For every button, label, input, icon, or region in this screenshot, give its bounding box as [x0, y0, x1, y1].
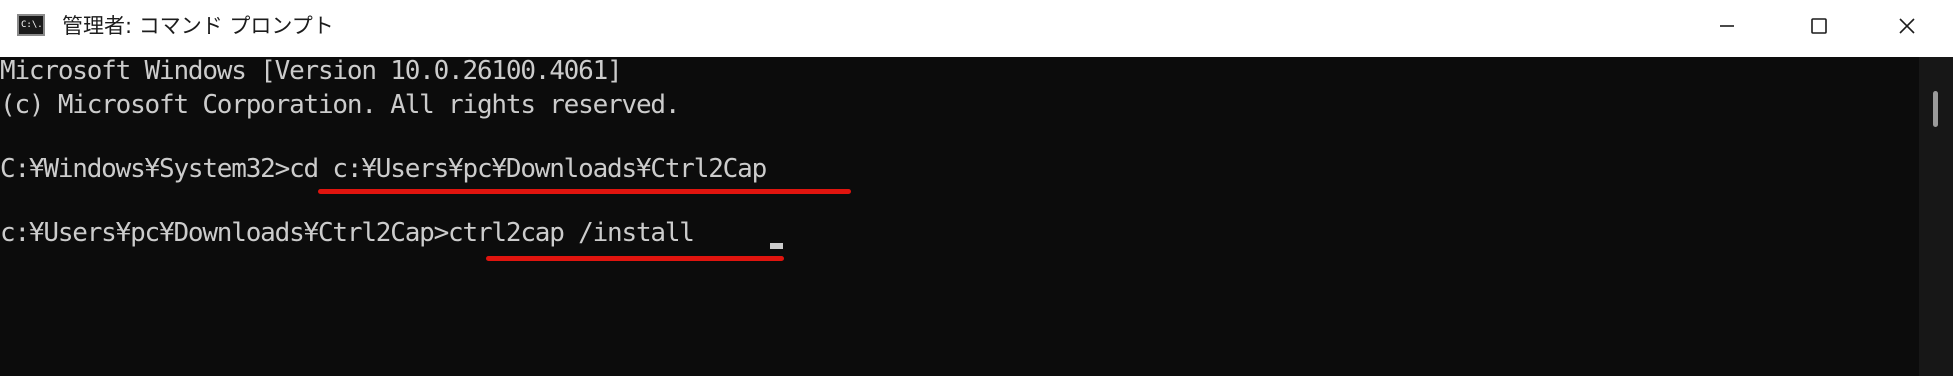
title-bar[interactable]: C:\. 管理者: コマンド プロンプト [0, 0, 1953, 57]
console-line-cd-command: C:¥Windows¥System32>cd c:¥Users¥pc¥Downl… [0, 154, 767, 184]
maximize-icon [1811, 18, 1827, 34]
console-line-copyright: (c) Microsoft Corporation. All rights re… [0, 90, 681, 120]
highlight-underline-cd-command [318, 189, 851, 194]
vertical-scrollbar[interactable] [1919, 57, 1953, 376]
console-output[interactable]: Microsoft Windows [Version 10.0.26100.40… [0, 57, 1919, 376]
console-line-version: Microsoft Windows [Version 10.0.26100.40… [0, 57, 623, 86]
close-icon [1899, 18, 1915, 34]
highlight-underline-install-command [486, 256, 784, 261]
command-prompt-icon[interactable]: C:\. [17, 14, 45, 36]
maximize-button[interactable] [1773, 0, 1865, 52]
console-line-install-command: c:¥Users¥pc¥Downloads¥Ctrl2Cap>ctrl2cap … [0, 218, 695, 248]
minimize-button[interactable] [1681, 0, 1773, 52]
window-title: 管理者: コマンド プロンプト [62, 14, 334, 38]
text-cursor [770, 243, 783, 249]
scrollbar-thumb[interactable] [1933, 91, 1938, 127]
close-button[interactable] [1861, 0, 1953, 52]
minimize-icon [1720, 25, 1734, 27]
